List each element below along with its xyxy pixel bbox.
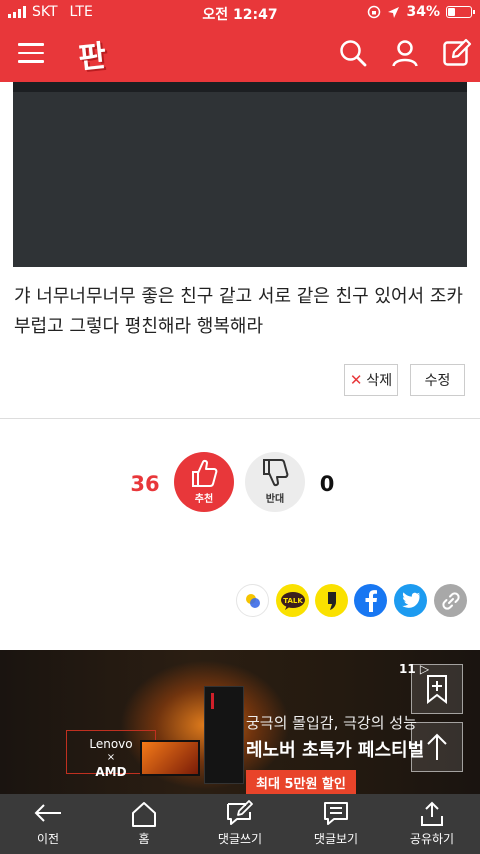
delete-button[interactable]: ✕ 삭제	[344, 364, 398, 396]
bookmark-button[interactable]	[411, 664, 463, 714]
link-icon[interactable]	[434, 584, 467, 617]
nav-back[interactable]: 이전	[0, 794, 96, 854]
kakaopage-icon[interactable]	[315, 584, 348, 617]
home-icon	[132, 802, 156, 827]
nav-back-label: 이전	[36, 832, 60, 846]
comment-view-icon	[324, 802, 348, 825]
ad-line2: 레노버 초특가 페스티벌	[246, 740, 425, 761]
search-icon[interactable]	[338, 38, 368, 68]
thumbs-down-icon	[263, 459, 289, 487]
edit-button[interactable]: 수정	[410, 364, 465, 396]
arrow-up-icon	[427, 733, 447, 760]
oppose-count: 0	[319, 472, 335, 496]
ad-banner[interactable]: Lenovo × AMD 궁극의 몰입감, 극강의 성능 레노버 초특가 페스티…	[0, 650, 480, 795]
nav-share-label: 공유하기	[409, 832, 455, 846]
twitter-icon[interactable]	[394, 584, 427, 617]
comment-write-icon	[227, 800, 253, 825]
recommend-count: 36	[130, 472, 160, 496]
attached-image	[13, 82, 467, 267]
kakaostory-icon[interactable]	[236, 584, 269, 617]
user-icon[interactable]	[390, 38, 420, 68]
ad-pc-image	[204, 686, 244, 784]
ad-discount-badge: 최대 5만원 할인	[246, 770, 356, 795]
nav-home-label: 홈	[138, 832, 150, 846]
nav-comment-view-label: 댓글보기	[313, 832, 359, 846]
write-icon[interactable]	[442, 38, 472, 68]
pann-logo[interactable]: 판	[70, 32, 114, 77]
talk-label: TALK	[283, 597, 303, 605]
battery-icon	[446, 6, 475, 18]
status-bar: SKT LTE 오전 12:47 34%	[0, 0, 480, 26]
kakaotalk-icon[interactable]: TALK	[276, 584, 309, 617]
nav-share[interactable]: 공유하기	[384, 794, 480, 854]
nav-comment-write-label: 댓글쓰기	[217, 832, 263, 846]
recommend-button[interactable]: 추천	[174, 452, 234, 512]
location-icon	[388, 6, 400, 18]
oppose-button[interactable]: 반대	[245, 452, 305, 512]
menu-icon[interactable]	[18, 43, 44, 63]
back-arrow-icon	[34, 804, 61, 822]
ad-laptop-image	[140, 740, 200, 776]
scroll-top-button[interactable]	[411, 722, 463, 772]
comment-text: 갸 너무너무너무 좋은 친구 같고 서로 같은 친구 있어서 조카 부럽고 그렇…	[14, 286, 463, 337]
recommend-label: 추천	[194, 494, 214, 505]
oppose-label: 반대	[265, 494, 285, 505]
app-header: 판	[0, 26, 480, 82]
nav-home[interactable]: 홈	[96, 794, 192, 854]
nav-comment-write[interactable]: 댓글쓰기	[192, 794, 288, 854]
delete-x-icon: ✕	[349, 371, 363, 389]
nav-comment-view[interactable]: 댓글보기	[288, 794, 384, 854]
share-icon	[421, 801, 443, 826]
bottom-nav: 이전 홈 댓글쓰기 댓글보기 공유하기	[0, 794, 480, 854]
delete-label: 삭제	[366, 373, 393, 389]
divider	[0, 418, 480, 419]
ad-line1: 궁극의 몰입감, 극강의 성능	[246, 714, 417, 732]
rotation-lock-icon	[368, 5, 381, 19]
bookmark-plus-icon	[427, 675, 447, 704]
battery-percent: 34%	[406, 4, 440, 20]
thumbs-up-icon	[192, 459, 218, 487]
facebook-icon[interactable]	[354, 584, 387, 617]
